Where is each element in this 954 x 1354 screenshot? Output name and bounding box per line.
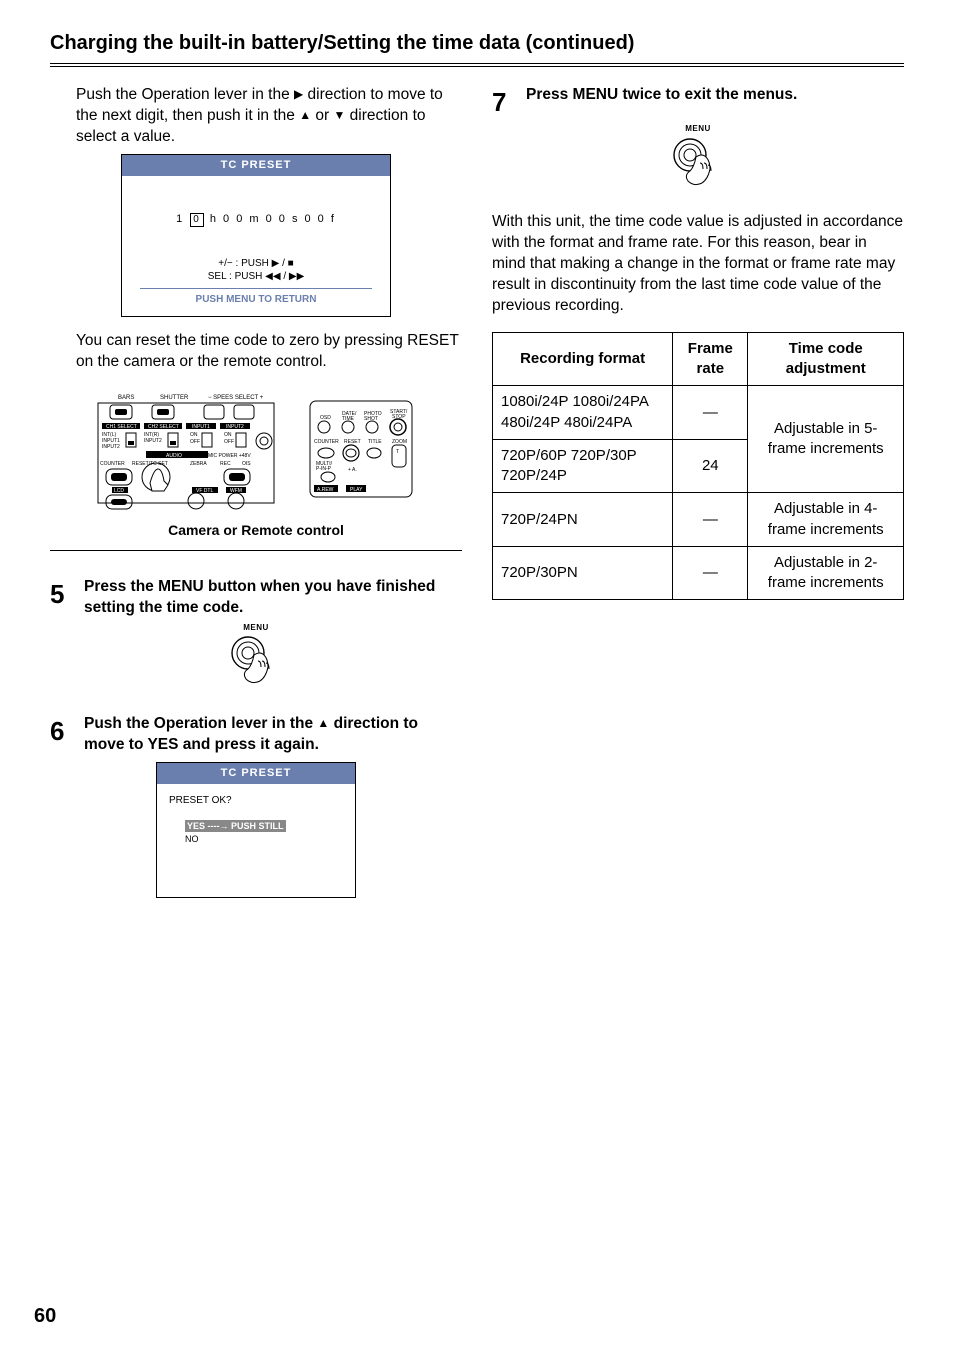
lcd-header: TC PRESET	[122, 155, 390, 176]
page-number: 60	[34, 1303, 56, 1330]
th-tc-adjustment: Time code adjustment	[748, 332, 904, 386]
step-7-text: Press MENU twice to exit the menus.	[526, 85, 904, 120]
lcd-preset-confirm-box: TC PRESET PRESET OK? YES ----→ PUSH STIL…	[156, 762, 356, 897]
svg-text:A.REW: A.REW	[317, 487, 334, 493]
step-6-number: 6	[50, 714, 76, 756]
tc-paragraph: With this unit, the time code value is a…	[492, 212, 904, 317]
cell-r12c3: Adjustable in 5-frame increments	[748, 386, 904, 493]
svg-text:OSD: OSD	[320, 415, 331, 421]
svg-text:ZOOM: ZOOM	[392, 439, 407, 445]
menu-label: MENU	[50, 623, 462, 634]
reset-text: You can reset the time code to zero by p…	[76, 331, 462, 373]
cell-r1c1: 1080i/24P 1080i/24PA 480i/24P 480i/24PA	[493, 386, 673, 440]
step-5-text: Press the MENU button when you have fini…	[84, 577, 462, 619]
intro-a: Push the Operation lever in the	[76, 86, 294, 103]
cell-r3c2: —	[673, 493, 748, 547]
menu-press-icon	[668, 135, 728, 191]
svg-text:BARS: BARS	[118, 395, 134, 401]
svg-text:COUNTER: COUNTER	[314, 439, 339, 445]
svg-text:INPUT2: INPUT2	[226, 424, 244, 430]
triangle-right-icon: ▶	[294, 86, 303, 102]
svg-text:T: T	[396, 449, 399, 455]
svg-text:AUDIO: AUDIO	[166, 453, 182, 459]
svg-text:ON: ON	[190, 432, 198, 438]
camera-remote-diagram: BARS SHUTTER − SPEES SELECT + CH1 SELECT…	[50, 383, 462, 513]
lcd-value-prefix: 1	[176, 213, 189, 225]
cell-r3c1: 720P/24PN	[493, 493, 673, 547]
svg-text:− SPEES SELECT +: − SPEES SELECT +	[208, 395, 264, 401]
step6-a: Push the Operation lever in the	[84, 715, 317, 732]
svg-text:SHUTTER: SHUTTER	[160, 395, 189, 401]
lcd-value-cursor: 0	[190, 213, 204, 227]
intro-c: or	[311, 107, 333, 124]
step-5: 5 Press the MENU button when you have fi…	[50, 577, 462, 619]
cell-r4c3: Adjustable in 2-frame increments	[748, 546, 904, 600]
svg-text:REC: REC	[220, 461, 231, 467]
step-6: 6 Push the Operation lever in the ▲ dire…	[50, 714, 462, 756]
svg-text:TITLE: TITLE	[368, 439, 382, 445]
cell-r2c2: 24	[673, 439, 748, 493]
svg-text:RESET: RESET	[344, 439, 361, 445]
diagram-caption: Camera or Remote control	[50, 521, 462, 551]
step-7: 7 Press MENU twice to exit the menus.	[492, 85, 904, 120]
cell-r2c1: 720P/60P 720P/30P 720P/24P	[493, 439, 673, 493]
cell-r3c3: Adjustable in 4-frame increments	[748, 493, 904, 547]
triangle-up-icon: ▲	[299, 107, 311, 123]
lcd-value-suffix: h 0 0 m 0 0 s 0 0 f	[205, 213, 336, 225]
step-6-text: Push the Operation lever in the ▲ direct…	[84, 714, 462, 756]
svg-text:OIS: OIS	[242, 461, 251, 467]
svg-text:INPUT2: INPUT2	[144, 438, 162, 444]
svg-text:INPUT1: INPUT1	[192, 424, 210, 430]
timecode-table: Recording format Frame rate Time code ad…	[492, 332, 904, 601]
triangle-down-icon: ▼	[333, 107, 345, 123]
intro-paragraph: Push the Operation lever in the ▶ direct…	[76, 85, 462, 148]
step-5-number: 5	[50, 577, 76, 619]
svg-text:+ A.: + A.	[348, 467, 357, 473]
svg-text:PLAY: PLAY	[350, 487, 363, 493]
svg-text:ZEBRA: ZEBRA	[190, 461, 207, 467]
cell-r1c2: —	[673, 386, 748, 440]
right-column: 7 Press MENU twice to exit the menus. ME…	[492, 85, 904, 898]
preset-question: PRESET OK?	[169, 794, 343, 808]
svg-text:CH2 SELECT: CH2 SELECT	[148, 424, 179, 430]
preset-yes-option: YES ----→ PUSH STILL	[185, 820, 286, 832]
th-recording-format: Recording format	[493, 332, 673, 386]
cell-r4c2: —	[673, 546, 748, 600]
svg-text:ON: ON	[224, 432, 232, 438]
triangle-up-icon: ▲	[317, 715, 329, 731]
lcd2-header: TC PRESET	[157, 763, 355, 784]
svg-text:OFF: OFF	[224, 439, 234, 445]
svg-text:COUNTER: COUNTER	[100, 461, 125, 467]
menu-press-icon	[226, 633, 286, 689]
left-column: Push the Operation lever in the ▶ direct…	[50, 85, 462, 898]
preset-no-option: NO	[185, 834, 199, 844]
remote-control-icon: OSD DATE/ TIME PHOTO SHOT START/ STOP CO…	[306, 383, 416, 503]
lcd-hint-2: SEL : PUSH ◀◀ / ▶▶	[122, 270, 390, 284]
cell-r4c1: 720P/30PN	[493, 546, 673, 600]
lcd-hint-1: +/− : PUSH ▶ / ■	[122, 257, 390, 271]
menu-label-2: MENU	[492, 124, 904, 135]
svg-text:OFF: OFF	[190, 439, 200, 445]
th-frame-rate: Frame rate	[673, 332, 748, 386]
svg-text:INPUT2: INPUT2	[102, 444, 120, 450]
svg-text:CH1 SELECT: CH1 SELECT	[106, 424, 137, 430]
svg-text:LCD: LCD	[114, 488, 124, 494]
lcd-tc-preset-box: TC PRESET 1 0 h 0 0 m 0 0 s 0 0 f +/− : …	[121, 154, 391, 317]
camera-body-icon: BARS SHUTTER − SPEES SELECT + CH1 SELECT…	[96, 383, 276, 513]
step-7-number: 7	[492, 85, 518, 120]
svg-text:P-IN-P: P-IN-P	[316, 466, 332, 472]
page-title: Charging the built-in battery/Setting th…	[50, 30, 904, 67]
svg-text:MIC POWER +48V: MIC POWER +48V	[208, 453, 251, 459]
lcd-footer: PUSH MENU TO RETURN	[140, 288, 372, 311]
